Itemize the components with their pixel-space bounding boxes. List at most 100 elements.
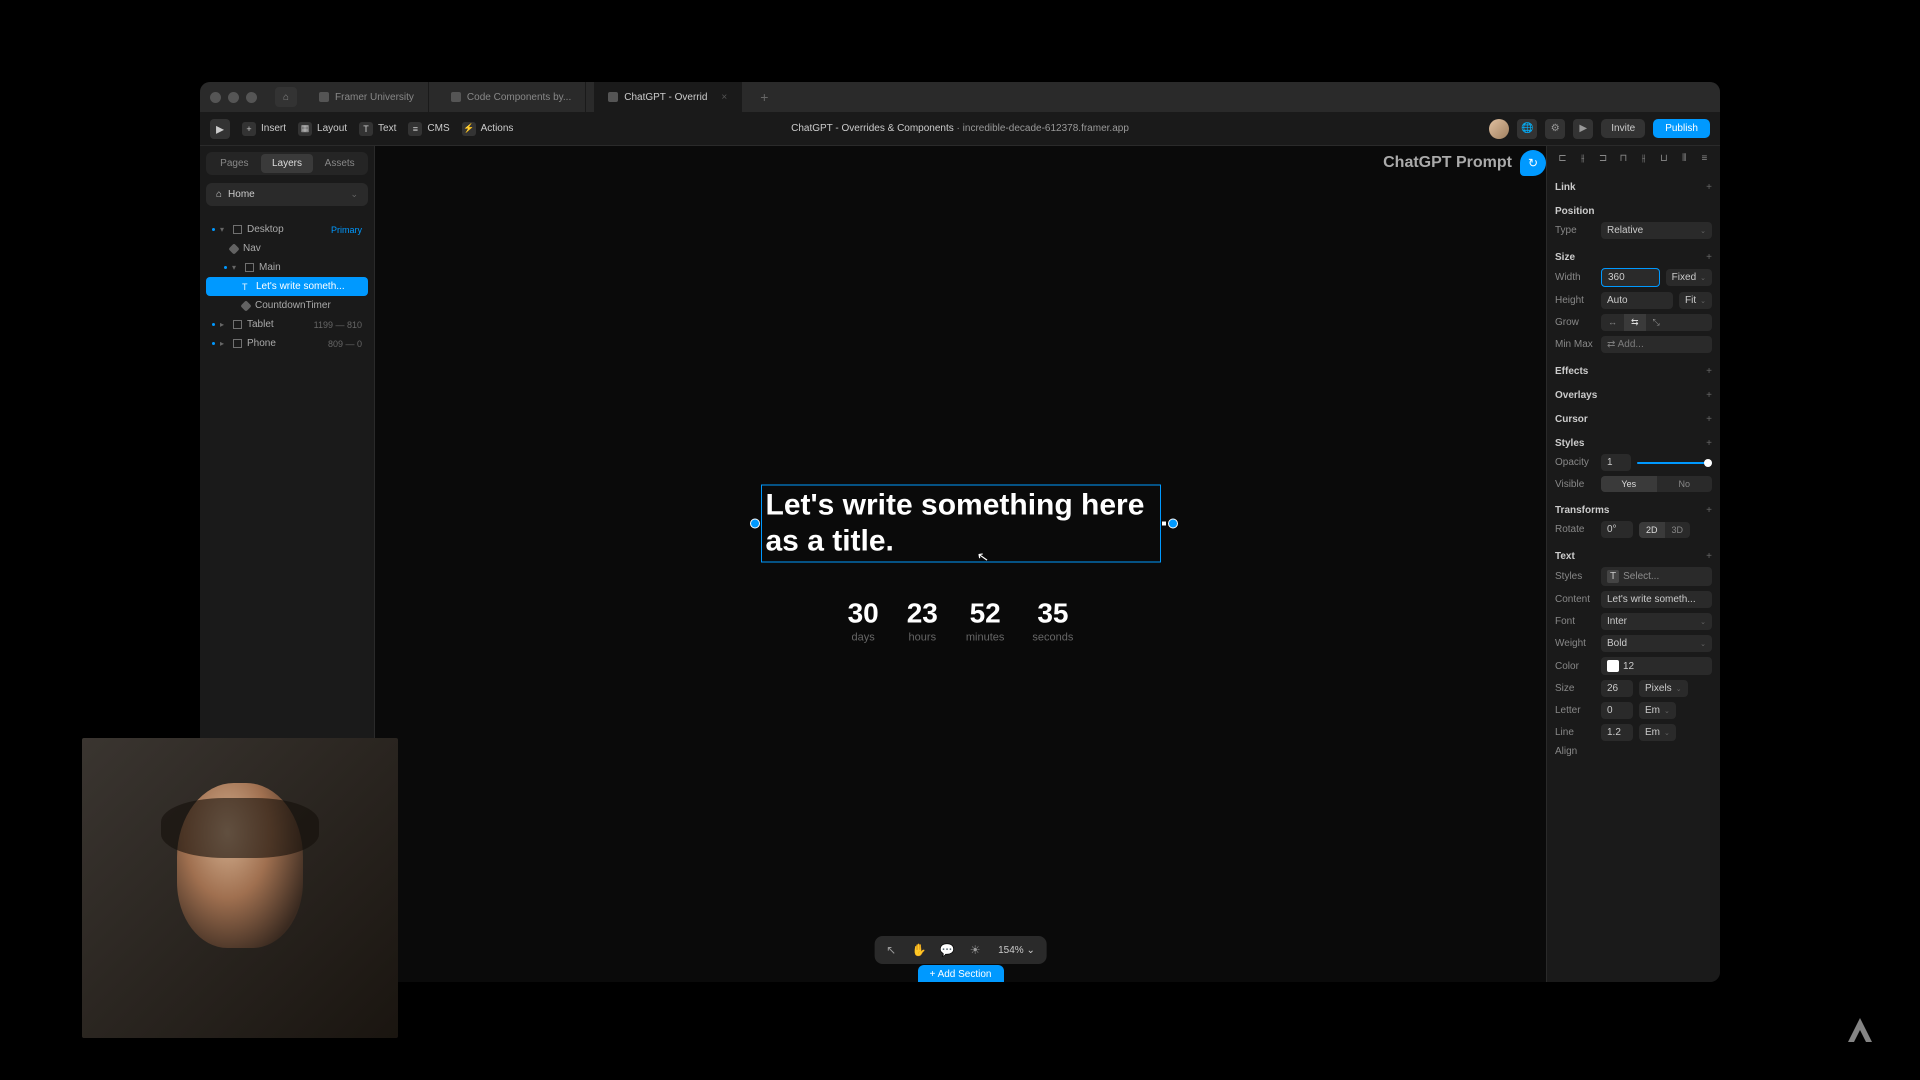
text-icon: T <box>359 122 373 136</box>
canvas-content: Let's write something here as a title. 3… <box>761 485 1161 644</box>
resize-handle-right[interactable] <box>1168 519 1178 529</box>
grow-segment[interactable]: ↔⇆⤡ <box>1601 314 1712 331</box>
text-button[interactable]: TText <box>359 122 396 136</box>
minmax-input[interactable]: ⇄ Add... <box>1601 336 1712 353</box>
chevron-down-icon: ⌄ <box>350 189 358 200</box>
line-input[interactable]: 1.2 <box>1601 724 1633 741</box>
position-section: Position <box>1555 198 1712 222</box>
align-center-v-icon[interactable]: ⫲ <box>1636 152 1651 164</box>
resize-handle-dot[interactable] <box>1162 522 1166 526</box>
zoom-level[interactable]: 154% ⌄ <box>994 945 1039 956</box>
height-mode-select[interactable]: Fit⌄ <box>1679 292 1712 309</box>
letter-input[interactable]: 0 <box>1601 702 1633 719</box>
titlebar: ⌂ Framer University Code Components by..… <box>200 82 1720 112</box>
plus-icon[interactable]: + <box>1706 252 1712 263</box>
home-tab-icon[interactable]: ⌂ <box>275 87 297 107</box>
align-bottom-icon[interactable]: ⊔ <box>1656 152 1671 164</box>
visible-segment[interactable]: YesNo <box>1601 476 1712 492</box>
traffic-lights[interactable] <box>210 92 257 103</box>
resize-handle-left[interactable] <box>750 519 760 529</box>
opacity-slider[interactable] <box>1637 462 1712 464</box>
tab-pages[interactable]: Pages <box>208 154 261 173</box>
right-panel: ⊏ ⫲ ⊐ ⊓ ⫲ ⊔ ⫴ ≡ Link+ Position TypeRelat… <box>1546 146 1720 982</box>
tab-1[interactable]: Framer University <box>305 82 429 112</box>
layer-desktop[interactable]: ▾DesktopPrimary <box>206 220 368 239</box>
opacity-input[interactable]: 1 <box>1601 454 1631 471</box>
chat-icon[interactable]: ↻ <box>1520 150 1546 176</box>
cms-button[interactable]: ≡CMS <box>408 122 449 136</box>
link-section[interactable]: Link+ <box>1555 174 1712 198</box>
contrast-tool-icon[interactable]: ☀ <box>966 941 984 959</box>
type-select[interactable]: Relative⌄ <box>1601 222 1712 239</box>
globe-icon[interactable]: 🌐 <box>1517 119 1537 139</box>
add-tab-button[interactable]: + <box>750 89 778 105</box>
framer-logo-icon[interactable]: ▸ <box>210 119 230 139</box>
comment-tool-icon[interactable]: 💬 <box>938 941 956 959</box>
gear-icon[interactable]: ⚙ <box>1545 119 1565 139</box>
content-input[interactable]: Let's write someth... <box>1601 591 1712 608</box>
layer-main[interactable]: ▾Main <box>206 258 368 277</box>
align-right-icon[interactable]: ⊐ <box>1596 152 1611 164</box>
countdown-hours: 23hours <box>907 598 938 644</box>
add-section-button[interactable]: + Add Section <box>918 965 1004 982</box>
text-style-select[interactable]: TSelect... <box>1601 567 1712 586</box>
page-selector[interactable]: ⌂ Home ⌄ <box>206 183 368 206</box>
rotate-input[interactable]: 0° <box>1601 521 1633 538</box>
cms-icon: ≡ <box>408 122 422 136</box>
layer-nav[interactable]: Nav <box>206 239 368 258</box>
align-left-icon[interactable]: ⊏ <box>1555 152 1570 164</box>
weight-select[interactable]: Bold⌄ <box>1601 635 1712 652</box>
transforms-section: Transforms+ <box>1555 497 1712 521</box>
layer-tablet[interactable]: ▸Tablet1199 — 810 <box>206 315 368 334</box>
distribute-h-icon[interactable]: ⫴ <box>1677 152 1692 164</box>
height-input[interactable]: Auto <box>1601 292 1673 309</box>
brand-logo-icon <box>1840 1010 1880 1050</box>
select-tool-icon[interactable]: ↖ <box>882 941 900 959</box>
canvas[interactable]: ChatGPT Prompt ↻ Let's write something h… <box>375 146 1546 982</box>
width-input[interactable]: 360 <box>1601 268 1660 287</box>
actions-button[interactable]: ⚡Actions <box>462 122 514 136</box>
color-input[interactable]: 12 <box>1601 657 1712 675</box>
cursor-icon: ↖ <box>975 547 990 566</box>
rotate-mode-segment[interactable]: 2D3D <box>1639 522 1690 538</box>
cursor-section[interactable]: Cursor+ <box>1555 406 1712 430</box>
width-mode-select[interactable]: Fixed⌄ <box>1666 269 1712 286</box>
avatar[interactable] <box>1489 119 1509 139</box>
layer-countdown[interactable]: CountdownTimer <box>206 296 368 315</box>
layer-title[interactable]: TLet's write someth... <box>206 277 368 296</box>
publish-button[interactable]: Publish <box>1653 119 1710 138</box>
tab-assets[interactable]: Assets <box>313 154 366 173</box>
invite-button[interactable]: Invite <box>1601 119 1645 138</box>
framer-icon <box>451 92 461 102</box>
effects-section[interactable]: Effects+ <box>1555 358 1712 382</box>
color-swatch <box>1607 660 1619 672</box>
layout-button[interactable]: ▦Layout <box>298 122 347 136</box>
lightning-icon: ⚡ <box>462 122 476 136</box>
font-select[interactable]: Inter⌄ <box>1601 613 1712 630</box>
tab-2[interactable]: Code Components by... <box>437 82 586 112</box>
plus-icon: + <box>242 122 256 136</box>
hand-tool-icon[interactable]: ✋ <box>910 941 928 959</box>
overlays-section[interactable]: Overlays+ <box>1555 382 1712 406</box>
title-text[interactable]: Let's write something here as a title. <box>766 488 1156 560</box>
canvas-toolbar: ↖ ✋ 💬 ☀ 154% ⌄ <box>874 936 1047 964</box>
align-top-icon[interactable]: ⊓ <box>1616 152 1631 164</box>
align-center-h-icon[interactable]: ⫲ <box>1575 152 1590 164</box>
text-size-unit-select[interactable]: Pixels⌄ <box>1639 680 1688 697</box>
tab-layers[interactable]: Layers <box>261 154 314 173</box>
selected-text-frame[interactable]: Let's write something here as a title. <box>761 485 1161 563</box>
countdown-seconds: 35seconds <box>1032 598 1073 644</box>
distribute-v-icon[interactable]: ≡ <box>1697 152 1712 164</box>
layer-phone[interactable]: ▸Phone809 — 0 <box>206 334 368 353</box>
play-icon[interactable]: ▶ <box>1573 119 1593 139</box>
letter-unit-select[interactable]: Em⌄ <box>1639 702 1676 719</box>
project-title: ChatGPT - Overrides & Components · incre… <box>791 123 1129 134</box>
tab-3[interactable]: ChatGPT - Overrid× <box>594 82 742 112</box>
plus-icon[interactable]: + <box>1706 182 1712 193</box>
insert-button[interactable]: +Insert <box>242 122 286 136</box>
framer-icon <box>608 92 618 102</box>
line-unit-select[interactable]: Em⌄ <box>1639 724 1676 741</box>
framer-icon <box>319 92 329 102</box>
toolbar: ▸ +Insert ▦Layout TText ≡CMS ⚡Actions Ch… <box>200 112 1720 146</box>
text-size-input[interactable]: 26 <box>1601 680 1633 697</box>
